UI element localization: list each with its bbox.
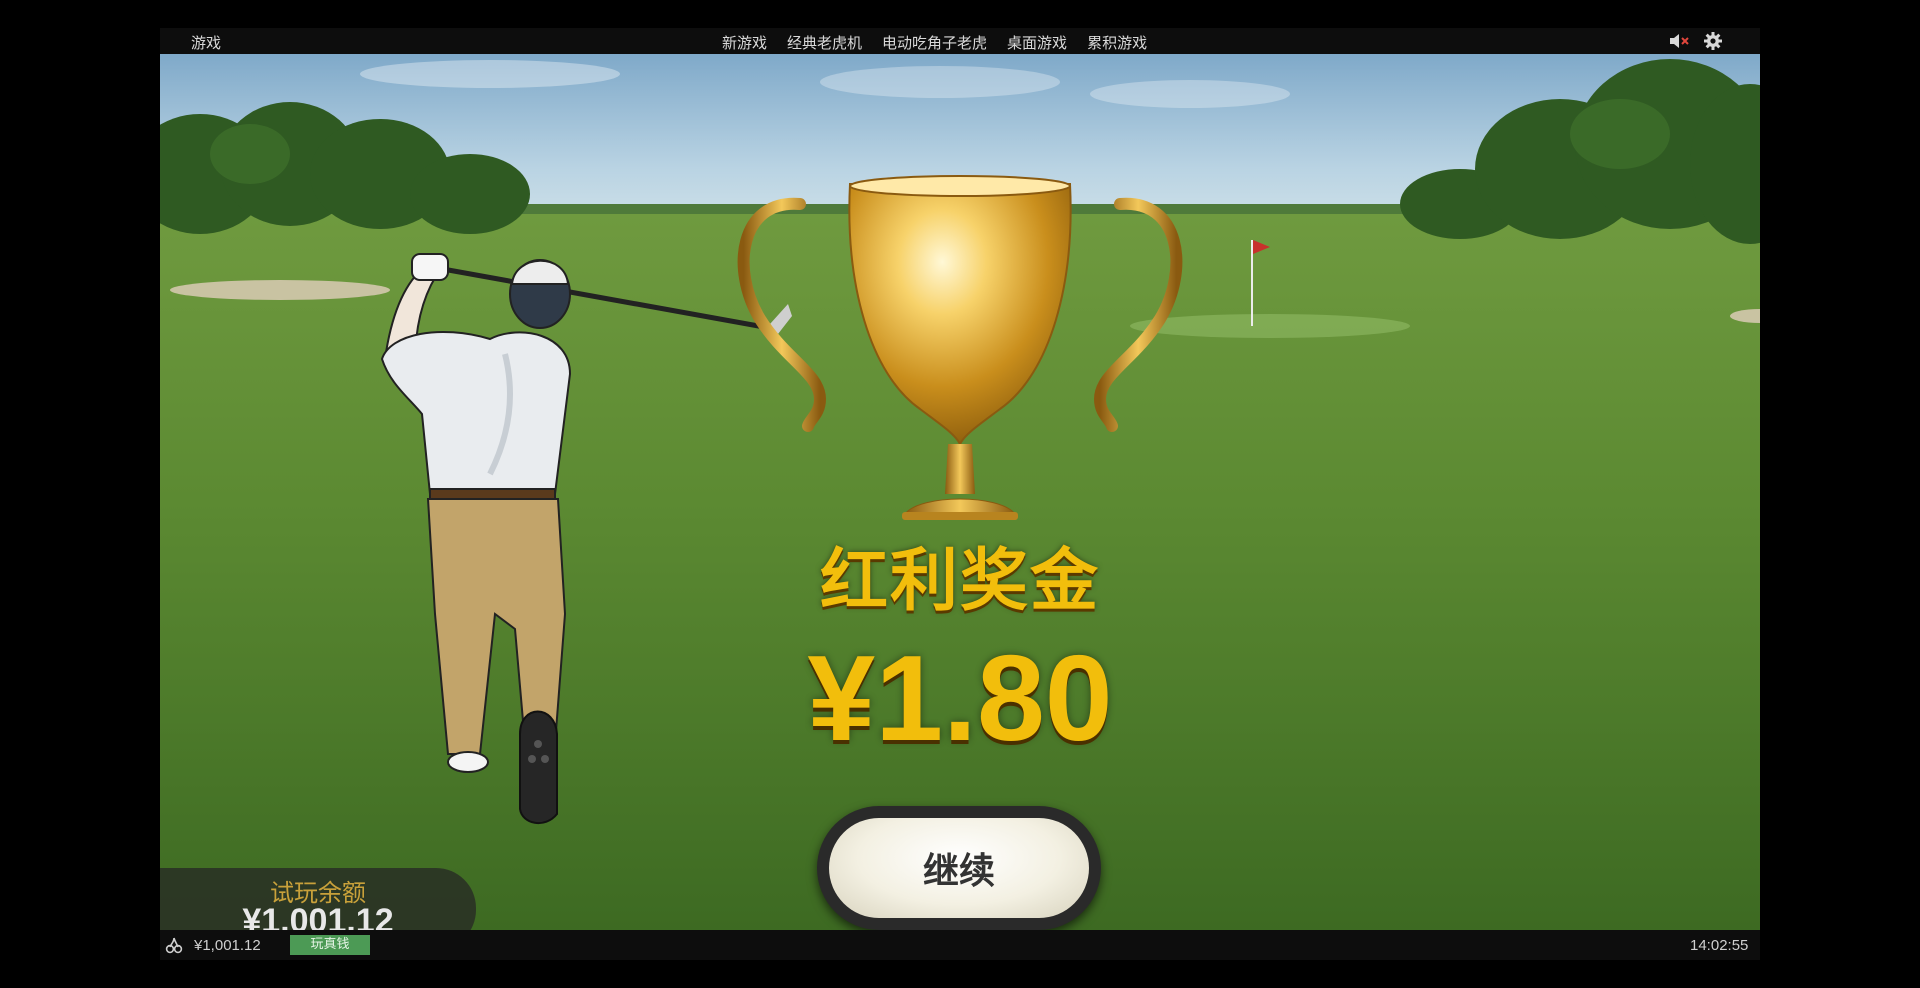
category-nav: 新游戏 经典老虎机 电动吃角子老虎 桌面游戏 累积游戏 <box>722 32 1147 53</box>
continue-button[interactable]: 继续 <box>817 806 1101 930</box>
cherry-icon <box>165 937 183 954</box>
gear-icon[interactable] <box>1704 32 1722 50</box>
continue-button-label: 继续 <box>829 818 1089 918</box>
game-window: 游戏 新游戏 经典老虎机 电动吃角子老虎 桌面游戏 累积游戏 红利奖金 ¥1.8… <box>160 28 1760 960</box>
balance-text: ¥1,001.12 <box>194 937 261 954</box>
nav-video-slots[interactable]: 电动吃角子老虎 <box>882 32 987 53</box>
nav-new-games[interactable]: 新游戏 <box>722 32 767 53</box>
games-menu-link[interactable]: 游戏 <box>191 32 221 53</box>
trial-balance-panel: 试玩余额 ¥1,001.12 <box>160 868 476 930</box>
nav-table-games[interactable]: 桌面游戏 <box>1007 32 1067 53</box>
play-real-money-button[interactable]: 玩真钱 <box>290 935 370 955</box>
clock-time: 14:02:55 <box>1690 937 1749 954</box>
top-bar: 游戏 新游戏 经典老虎机 电动吃角子老虎 桌面游戏 累积游戏 <box>160 28 1760 54</box>
trial-balance-value: ¥1,001.12 <box>242 902 394 930</box>
golf-course-background <box>160 54 1760 930</box>
bonus-title: 红利奖金 <box>819 542 1100 621</box>
game-scene: 红利奖金 ¥1.80 继续 试玩余额 ¥1,001.12 <box>160 54 1760 930</box>
speaker-muted-icon[interactable] <box>1669 32 1691 50</box>
nav-classic-slots[interactable]: 经典老虎机 <box>787 32 862 53</box>
nav-jackpot-games[interactable]: 累积游戏 <box>1087 32 1147 53</box>
bonus-amount: ¥1.80 <box>807 630 1113 766</box>
bottom-bar: ¥1,001.12 玩真钱 14:02:55 <box>160 930 1760 960</box>
